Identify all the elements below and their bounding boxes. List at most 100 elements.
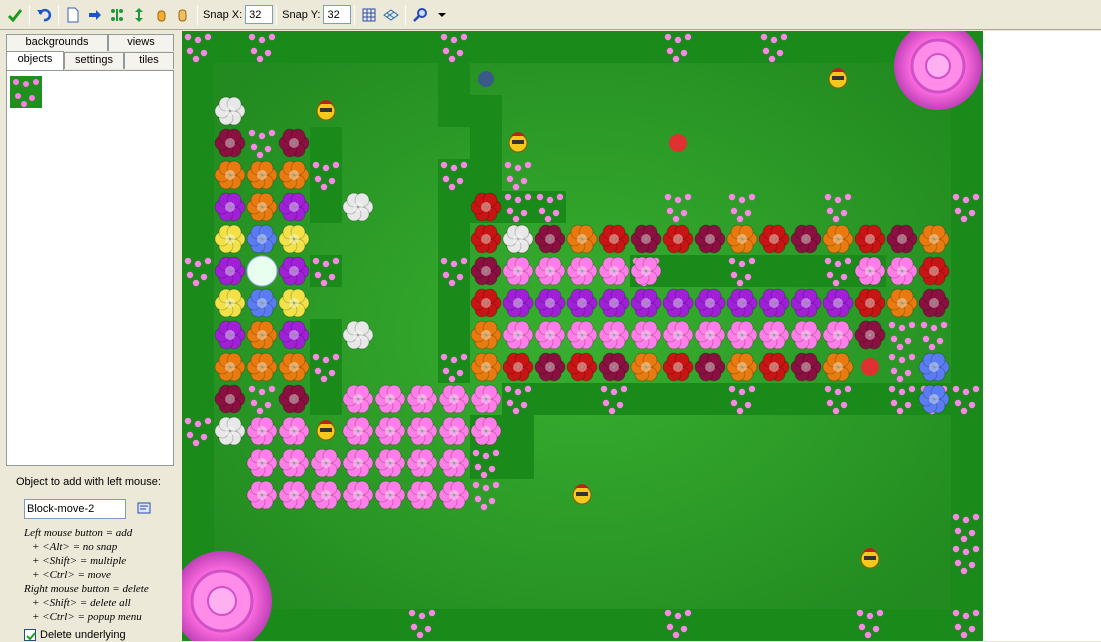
flower-block: [374, 480, 406, 510]
flower-block: [470, 352, 502, 382]
zoom-dropdown-icon[interactable]: [432, 5, 452, 25]
flower-block: [822, 320, 854, 350]
flower-block: [726, 224, 758, 254]
flower-block: [726, 320, 758, 350]
flower-block: [278, 352, 310, 382]
flower-block: [374, 448, 406, 478]
flower-block: [918, 224, 950, 254]
flower-block: [246, 448, 278, 478]
help-line: + <Shift> = multiple: [32, 555, 127, 567]
flower-block: [502, 320, 534, 350]
flower-block: [822, 288, 854, 318]
undo-icon[interactable]: [34, 5, 54, 25]
flower-block: [438, 416, 470, 446]
flower-block: [406, 448, 438, 478]
snap-x-input[interactable]: [245, 5, 274, 24]
flower-block: [790, 352, 822, 382]
tab-backgrounds[interactable]: backgrounds: [6, 34, 108, 51]
flower-block: [854, 224, 886, 254]
flower-block: [342, 416, 374, 446]
spider-character: [478, 71, 494, 87]
isogrid-icon[interactable]: [381, 5, 401, 25]
flower-block: [598, 352, 630, 382]
tab-settings[interactable]: settings: [64, 52, 124, 69]
flower-block: [214, 352, 246, 382]
flower-block: [214, 384, 246, 414]
tab-objects[interactable]: objects: [6, 51, 64, 70]
flower-block: [758, 320, 790, 350]
flower-block: [662, 320, 694, 350]
flower-block: [278, 384, 310, 414]
flower-block: [246, 288, 278, 318]
snap-y-input[interactable]: [323, 5, 352, 24]
flower-block: [694, 224, 726, 254]
move-hv-icon[interactable]: [107, 5, 127, 25]
flower-block: [502, 288, 534, 318]
flower-block: [662, 224, 694, 254]
flower-block: [886, 256, 918, 286]
flower-block: [374, 416, 406, 446]
tab-tiles[interactable]: tiles: [124, 52, 174, 69]
flower-block: [438, 448, 470, 478]
flower-block: [214, 96, 246, 126]
flower-block: [758, 352, 790, 382]
flower-block: [854, 320, 886, 350]
flower-block: [886, 224, 918, 254]
grid-icon[interactable]: [359, 5, 379, 25]
flower-cluster-icon: [13, 79, 39, 107]
flower-block: [566, 320, 598, 350]
room-canvas[interactable]: [182, 31, 1101, 641]
object-thumbnail[interactable]: [10, 76, 42, 108]
flower-block: [246, 192, 278, 222]
object-list[interactable]: [6, 70, 174, 466]
object-add-label: Object to add with left mouse:: [16, 476, 161, 488]
level-playfield[interactable]: [182, 31, 983, 641]
flower-block: [918, 256, 950, 286]
check-icon[interactable]: [5, 5, 25, 25]
arrow-right-icon[interactable]: [85, 5, 105, 25]
toolbar-separator: [58, 4, 59, 25]
flower-block: [470, 256, 502, 286]
flower-block: [470, 224, 502, 254]
flower-block: [214, 256, 246, 286]
help-line: Left mouse button = add: [24, 527, 133, 539]
flower-block: [374, 384, 406, 414]
flower-block: [598, 256, 630, 286]
flower-block: [278, 416, 310, 446]
flower-block: [566, 352, 598, 382]
hand-alt-icon[interactable]: [173, 5, 193, 25]
flower-block: [278, 192, 310, 222]
flower-block: [662, 352, 694, 382]
flower-block: [342, 192, 374, 222]
flower-block: [278, 448, 310, 478]
hand-icon[interactable]: [151, 5, 171, 25]
object-browse-icon[interactable]: [136, 501, 152, 517]
help-line: + <Ctrl> = move: [32, 569, 111, 581]
flower-block: [470, 320, 502, 350]
flower-block: [470, 192, 502, 222]
delete-underlying-label: Delete underlying: [40, 629, 126, 641]
flower-block: [726, 288, 758, 318]
flower-block: [310, 480, 342, 510]
flower-block: [214, 128, 246, 158]
delete-underlying-checkbox[interactable]: [24, 629, 36, 641]
object-properties: Object to add with left mouse: Left mous…: [8, 471, 172, 641]
object-name-field[interactable]: [24, 499, 126, 519]
enemy-character: [861, 358, 879, 376]
zoom-icon[interactable]: [410, 5, 430, 25]
flower-block: [214, 288, 246, 318]
flower-block: [566, 288, 598, 318]
toolbar-separator: [354, 4, 356, 25]
flower-block: [662, 288, 694, 318]
move-v-icon[interactable]: [129, 5, 149, 25]
flower-block: [758, 224, 790, 254]
tab-views[interactable]: views: [108, 34, 174, 51]
flower-block: [790, 320, 822, 350]
flower-block: [342, 320, 374, 350]
snap-y-label: Snap Y:: [282, 8, 321, 21]
flower-block: [598, 320, 630, 350]
toolbar: Snap X: Snap Y:: [0, 0, 1101, 30]
flower-block: [310, 448, 342, 478]
new-page-icon[interactable]: [63, 5, 83, 25]
bubble: [246, 255, 278, 287]
